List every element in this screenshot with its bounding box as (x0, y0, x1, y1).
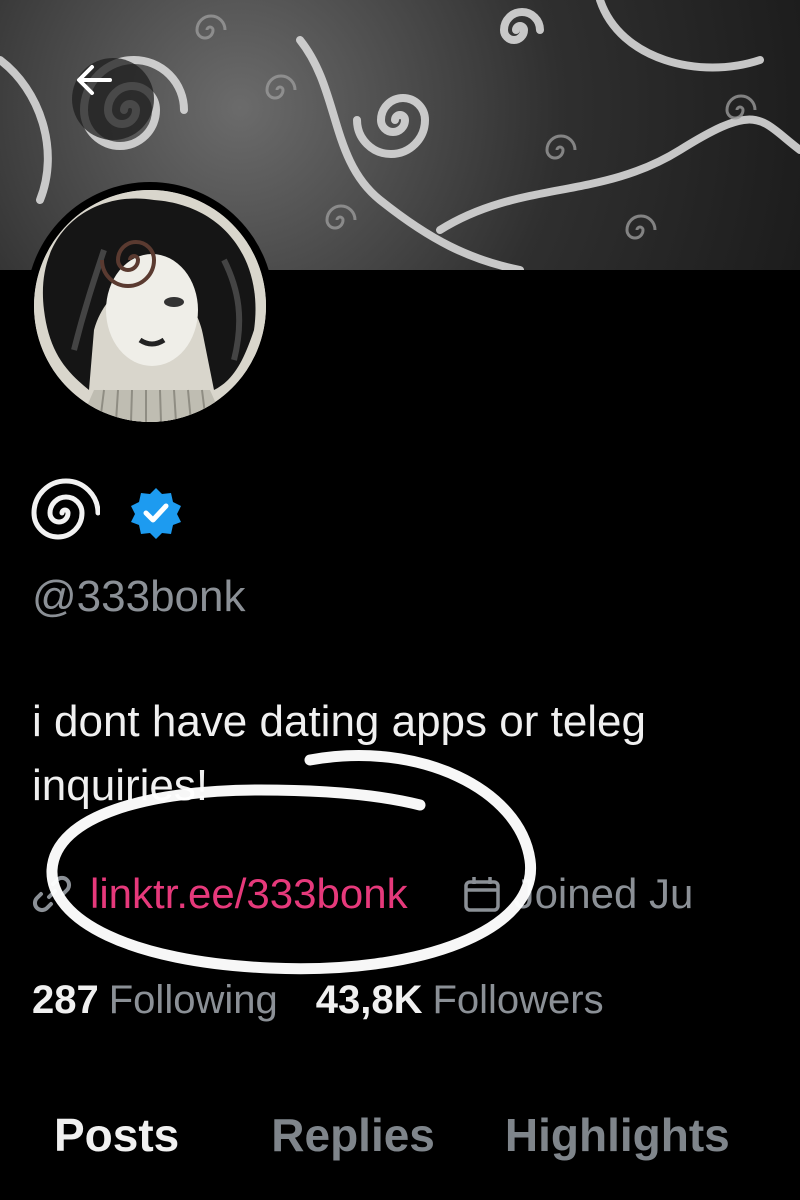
following-stat[interactable]: 287 Following (32, 978, 278, 1023)
tab-replies[interactable]: Replies (271, 1108, 435, 1162)
back-button[interactable] (72, 58, 154, 140)
tab-posts[interactable]: Posts (54, 1108, 179, 1162)
profile-meta-row: linktr.ee/333bonk Joined Ju (32, 862, 693, 926)
profile-tabs: Posts Replies Highlights (0, 1090, 800, 1180)
display-name-row (30, 478, 184, 548)
verified-badge-icon[interactable] (128, 485, 184, 541)
link-icon (32, 875, 72, 913)
following-label: Following (108, 977, 278, 1022)
arrow-left-icon (77, 65, 112, 95)
spiral-icon (31, 478, 100, 540)
follow-stats: 287 Following 43,8K Followers (32, 972, 604, 1028)
profile-handle: @333bonk (32, 572, 246, 621)
bio-line-2: inquiries! (32, 761, 209, 810)
bio-line-1: i dont have dating apps or teleg (32, 697, 647, 746)
profile-bio: i dont have dating apps or teleg inquiri… (32, 690, 800, 818)
profile-website-link[interactable]: linktr.ee/333bonk (90, 870, 408, 918)
followers-stat[interactable]: 43,8K Followers (316, 978, 604, 1023)
tab-highlights[interactable]: Highlights (505, 1108, 730, 1162)
avatar-image (34, 190, 266, 422)
calendar-icon (463, 877, 500, 912)
avatar[interactable] (26, 182, 274, 430)
followers-count: 43,8K (315, 977, 423, 1022)
joined-date: Joined Ju (513, 870, 694, 917)
followers-label: Followers (432, 977, 604, 1022)
following-count: 287 (32, 977, 99, 1022)
